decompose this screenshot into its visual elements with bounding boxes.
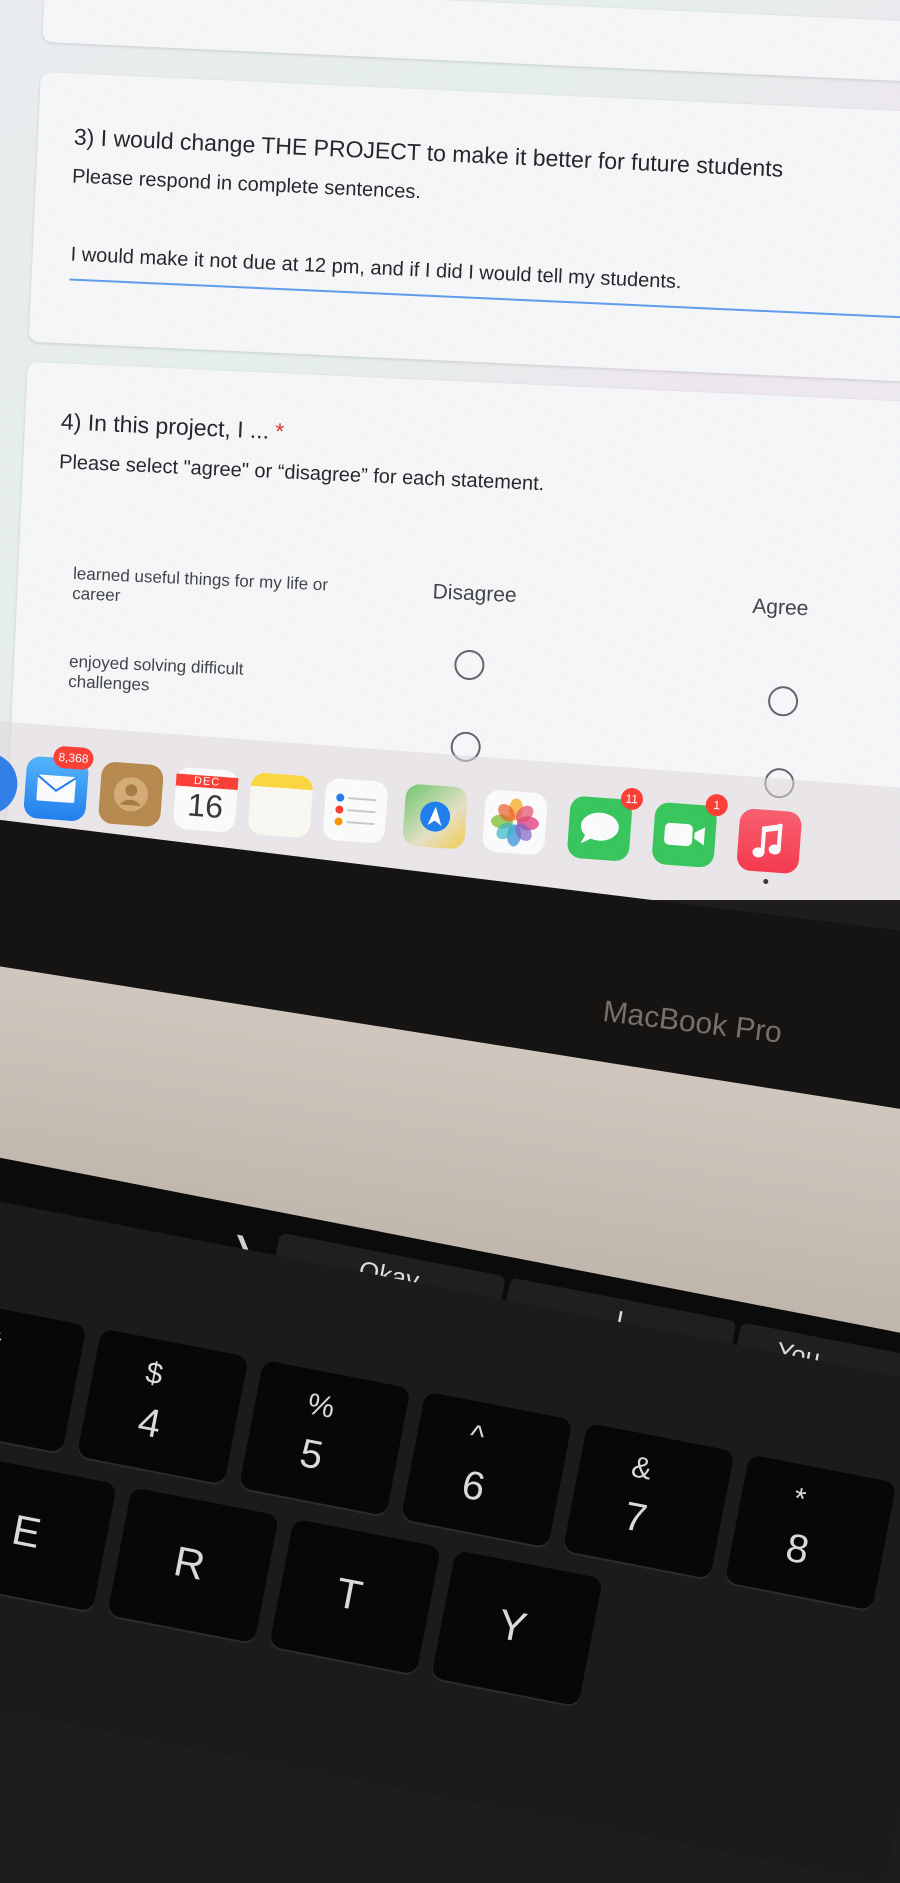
key-symbol: * [790,1481,809,1517]
key-y[interactable]: Y [430,1550,604,1707]
calendar-icon[interactable]: DEC 16 [172,766,239,833]
required-asterisk: * [274,417,285,445]
column-header-disagree: Disagree [432,580,518,608]
key-number: 6 [458,1462,489,1510]
key-8[interactable]: * 8 [724,1454,897,1611]
question-3-answer-field[interactable]: I would make it not due at 12 pm, and if… [70,243,682,294]
key-letter: R [170,1537,209,1589]
list-glyph [334,793,377,826]
key-letter: T [332,1568,367,1620]
person-glyph [113,777,148,812]
radio-row1-disagree[interactable] [453,649,486,681]
question-4-title: 4) In this project, I ... * [60,408,284,445]
notes-icon[interactable] [247,772,314,839]
music-icon[interactable] [736,807,803,885]
key-4[interactable]: $ 4 [76,1328,249,1485]
key-letter: Y [494,1599,531,1652]
facetime-icon[interactable]: 1 [651,793,729,869]
key-e[interactable]: E [0,1455,118,1612]
laptop-screen: 3) I would change THE PROJECT to make it… [0,0,900,900]
column-header-agree: Agree [751,594,809,621]
envelope-glyph [36,774,77,803]
flower-glyph [490,798,539,847]
key-number: 7 [620,1493,651,1542]
key-number: 3 [0,1368,3,1416]
key-number: 5 [296,1431,327,1479]
photos-icon[interactable] [481,789,549,856]
key-number: 8 [782,1525,813,1573]
mail-unread-badge: 8,368 [52,745,95,771]
speech-bubble-glyph [580,812,619,844]
contacts-icon[interactable] [97,761,165,828]
location-arrow-glyph [420,801,451,832]
mail-icon[interactable]: 8,368 [22,745,95,832]
video-camera-glyph [664,822,706,847]
key-7[interactable]: & 7 [562,1422,735,1580]
key-symbol: # [0,1324,4,1361]
question-4-title-text: 4) In this project, I ... [60,408,270,444]
question-4-help-text: Please select "agree" or “disagree” for … [58,451,545,496]
messages-badge: 11 [619,787,644,811]
key-letter: E [8,1505,45,1558]
finder-icon[interactable] [0,750,20,817]
key-symbol: % [304,1387,338,1425]
key-3[interactable]: # 3 [0,1296,87,1454]
radio-row1-agree[interactable] [767,685,799,717]
key-symbol: $ [142,1355,166,1392]
previous-question-card [42,0,900,86]
key-number: 4 [134,1399,165,1447]
music-note-glyph [752,823,783,858]
key-symbol: & [628,1450,655,1487]
key-symbol: ^ [466,1418,487,1455]
facetime-badge: 1 [704,793,729,817]
calendar-day: 16 [186,786,225,825]
reminders-icon[interactable] [322,777,389,844]
key-6[interactable]: ^ 6 [400,1391,573,1548]
key-5[interactable]: % 5 [238,1359,411,1517]
grid-row-label: learned useful things for my life or car… [71,563,329,606]
key-r[interactable]: R [107,1487,280,1644]
grid-row-label: enjoyed solving difficult challenges [67,651,244,695]
question-3-help-text: Please respond in complete sentences. [71,165,422,204]
running-indicator-dot [763,878,769,885]
messages-icon[interactable]: 11 [566,787,644,862]
key-t[interactable]: T [269,1518,442,1675]
question-card-3: 3) I would change THE PROJECT to make it… [28,71,900,386]
maps-icon[interactable] [401,783,469,850]
